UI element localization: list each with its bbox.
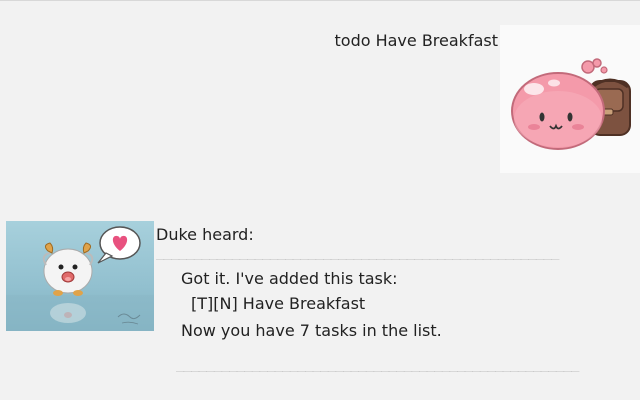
duke-message-row: Duke heard: ____________________________… [6, 221, 640, 372]
pink-poring-with-backpack-icon [500, 25, 640, 173]
user-message-row: todo Have Breakfast [335, 25, 640, 173]
reply-line-task: [T][N] Have Breakfast [191, 294, 366, 314]
user-message-text: todo Have Breakfast [334, 31, 499, 50]
divider-bottom: ________________________________________… [176, 356, 579, 373]
reply-line-confirm: Got it. I've added this task: [181, 269, 398, 289]
duke-message-body: Duke heard: ____________________________… [156, 221, 628, 372]
duke-heard-label: Duke heard: [156, 225, 254, 244]
chat-window: todo Have Breakfast Duke heard: ________… [0, 0, 640, 400]
poro-with-heart-bubble-icon [6, 221, 154, 331]
divider-top: ________________________________________… [156, 244, 559, 261]
reply-line-count: Now you have 7 tasks in the list. [181, 321, 442, 341]
